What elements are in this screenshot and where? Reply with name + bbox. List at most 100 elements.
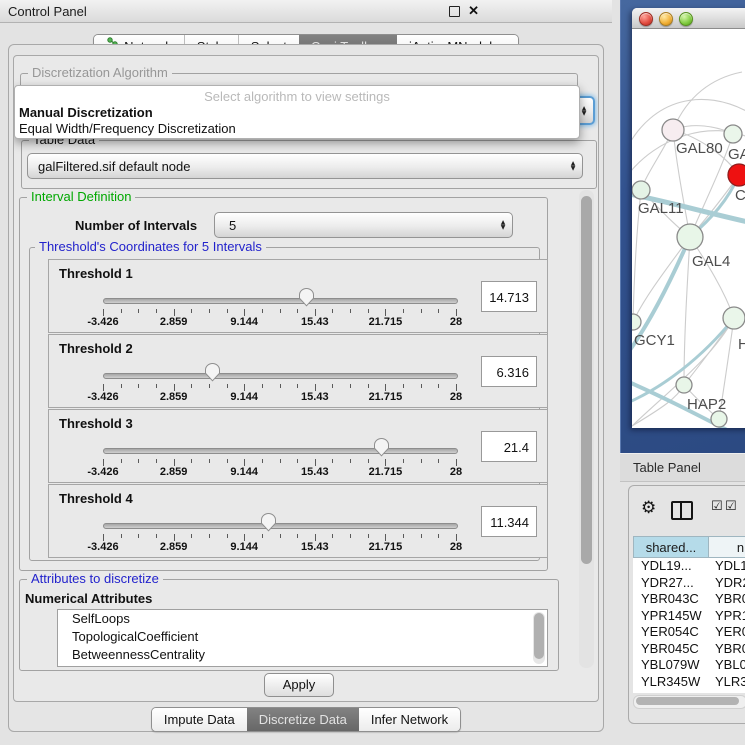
table-column-header[interactable]: n (709, 536, 745, 558)
attribute-item[interactable]: BetweennessCentrality (58, 646, 547, 664)
slider-tick (121, 309, 122, 313)
network-node[interactable] (711, 411, 727, 427)
slider-tick (244, 459, 245, 466)
network-node[interactable] (632, 314, 641, 330)
table-row[interactable]: YBR045CYBR0 (633, 641, 745, 658)
threshold-value-field[interactable]: 21.4 (481, 431, 537, 462)
slider-track[interactable] (103, 298, 458, 304)
slider-tick-label: 2.859 (160, 391, 188, 403)
algorithm-option[interactable]: Equal Width/Frequency Discretization (15, 121, 579, 137)
table-cell: YDL19... (633, 558, 709, 575)
slider-tick (350, 384, 351, 388)
slider-thumb[interactable] (204, 362, 221, 382)
slider-tick (456, 384, 457, 391)
slider-thumb[interactable] (298, 287, 315, 307)
table-column-header[interactable]: shared... (633, 536, 709, 558)
table-row[interactable]: YLR345WYLR3 (633, 674, 745, 691)
tab-impute-data[interactable]: Impute Data (152, 708, 247, 731)
slider-tick-label: 15.43 (301, 391, 329, 403)
table-cell: YPR1 (709, 608, 745, 625)
table-cell: YIL0 (709, 690, 745, 693)
threshold-value-field[interactable]: 11.344 (481, 506, 537, 537)
slider-tick (209, 384, 210, 388)
network-node[interactable] (632, 181, 650, 199)
tab-discretize-data[interactable]: Discretize Data (247, 708, 359, 731)
network-node-label: C (735, 187, 745, 204)
network-node[interactable] (676, 377, 692, 393)
table-row[interactable]: YER054CYER0 (633, 624, 745, 641)
slider-tick (209, 459, 210, 463)
checkbox-icon[interactable]: ☑ (725, 499, 737, 514)
slider-tick (438, 534, 439, 538)
table-row[interactable]: YIL052CYIL0 (633, 690, 745, 693)
node-table-body[interactable]: YDL19...YDL1YDR27...YDR2YBR043CYBR0YPR14… (633, 558, 745, 693)
slider-tick-label: 2.859 (160, 466, 188, 478)
slider-tick (350, 309, 351, 313)
close-traffic-light-icon[interactable] (639, 12, 653, 26)
zoom-traffic-light-icon[interactable] (679, 12, 693, 26)
network-canvas[interactable]: GAL80GACGAL11GAL4GCY1HHAP2 (632, 28, 745, 428)
slider-track[interactable] (103, 448, 458, 454)
page-scrollbar-thumb[interactable] (581, 196, 592, 564)
slider-tick (174, 534, 175, 541)
slider-thumb[interactable] (260, 512, 277, 532)
slider-tick-label: 21.715 (369, 391, 403, 403)
network-node-label: GA (728, 146, 745, 163)
table-cell: YBR0 (709, 641, 745, 658)
table-cell: YBL079W (633, 657, 709, 674)
slider-tick (280, 459, 281, 463)
attribute-item[interactable]: TopologicalCoefficient (58, 628, 547, 646)
threshold-value-field[interactable]: 14.713 (481, 281, 537, 312)
slider-tick (103, 534, 104, 541)
table-row[interactable]: YBL079WYBL0 (633, 657, 745, 674)
network-graph (632, 28, 745, 428)
attributes-list-scrollbar[interactable] (533, 612, 545, 664)
slider-tick (262, 534, 263, 538)
table-row[interactable]: YPR145WYPR1 (633, 608, 745, 625)
tab-infer-network[interactable]: Infer Network (359, 708, 460, 731)
table-row[interactable]: YBR043CYBR0 (633, 591, 745, 608)
slider-thumb[interactable] (373, 437, 390, 457)
network-node[interactable] (723, 307, 745, 329)
slider-tick (209, 534, 210, 538)
slider-tick (262, 384, 263, 388)
gear-icon[interactable]: ⚙ (641, 498, 656, 518)
threshold-panel: Threshold 1-3.4262.8599.14415.4321.71528… (48, 259, 548, 333)
slider-tick (297, 534, 298, 538)
table-data-combobox[interactable]: galFiltered.sif default node ▲▼ (27, 153, 583, 179)
attribute-item[interactable]: SelfLoops (58, 610, 547, 628)
float-window-icon[interactable] (449, 6, 460, 17)
slider-track[interactable] (103, 523, 458, 529)
table-hscrollbar[interactable] (633, 695, 745, 709)
node-table-header[interactable]: shared...n (633, 536, 745, 558)
table-row[interactable]: YDL19...YDL1 (633, 558, 745, 575)
dropdown-placeholder: Select algorithm to view settings (15, 86, 579, 105)
stepper-icon: ▲▼ (564, 161, 582, 171)
table-cell: YBR0 (709, 591, 745, 608)
threshold-value-field[interactable]: 6.316 (481, 356, 537, 387)
slider-tick (191, 309, 192, 313)
num-intervals-combobox[interactable]: 5 ▲▼ (214, 212, 513, 238)
table-row[interactable]: YDR27...YDR2 (633, 575, 745, 592)
checkbox-icon[interactable]: ☑ (711, 499, 723, 514)
network-node[interactable] (724, 125, 742, 143)
window-title: Control Panel (8, 4, 87, 19)
network-window-titlebar[interactable] (632, 8, 745, 29)
network-node[interactable] (662, 119, 684, 141)
network-node[interactable] (728, 164, 745, 186)
slider-tick (156, 459, 157, 463)
close-icon[interactable]: ✕ (468, 3, 479, 19)
slider-tick-label: 21.715 (369, 316, 403, 328)
slider-tick (315, 459, 316, 466)
slider-track[interactable] (103, 373, 458, 379)
column-layout-icon[interactable] (671, 501, 693, 520)
slider-tick (315, 534, 316, 541)
network-node[interactable] (677, 224, 703, 250)
minimize-traffic-light-icon[interactable] (659, 12, 673, 26)
attributes-list[interactable]: SelfLoopsTopologicalCoefficientBetweenne… (57, 609, 548, 667)
threshold-label: Threshold 3 (59, 416, 133, 431)
slider-tick (244, 309, 245, 316)
apply-button[interactable]: Apply (264, 673, 334, 697)
algorithm-option[interactable]: Manual Discretization (15, 105, 579, 121)
slider-tick (209, 309, 210, 313)
